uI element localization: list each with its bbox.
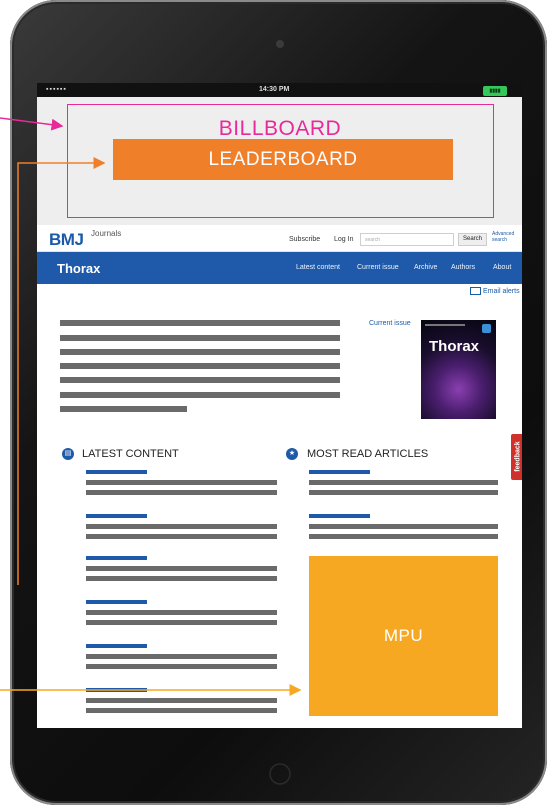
article-title-bar[interactable] bbox=[86, 514, 147, 518]
article-text-line bbox=[309, 490, 498, 495]
article-text-line bbox=[86, 576, 277, 581]
signal-icon: ▪▪▪▪▪▪ bbox=[46, 86, 67, 93]
bmj-logo[interactable]: BMJ bbox=[49, 230, 84, 250]
cover-topline bbox=[425, 324, 465, 326]
placeholder-text-line bbox=[60, 349, 340, 355]
article-text-line bbox=[309, 534, 498, 539]
placeholder-text-line bbox=[60, 335, 340, 341]
cover-title: Thorax bbox=[429, 338, 480, 355]
tablet-screen: ▪▪▪▪▪▪ 14:30 PM ▮▮▮▮ BILLBOARD LEADERBOA… bbox=[37, 83, 522, 728]
search-button[interactable]: Search bbox=[458, 233, 487, 246]
article-title-bar[interactable] bbox=[309, 470, 370, 474]
nav-authors[interactable]: Authors bbox=[451, 264, 475, 271]
mpu-ad-slot[interactable]: MPU bbox=[309, 556, 498, 716]
article-text-line bbox=[86, 654, 277, 659]
nav-current-issue[interactable]: Current issue bbox=[357, 264, 399, 271]
login-link[interactable]: Log In bbox=[334, 236, 353, 243]
billboard-label: BILLBOARD bbox=[218, 117, 342, 140]
article-title-bar[interactable] bbox=[86, 644, 147, 648]
feedback-tab[interactable]: feedback bbox=[511, 434, 522, 480]
advanced-search-link[interactable]: Advanced search bbox=[492, 231, 520, 243]
article-text-line bbox=[86, 708, 277, 713]
current-issue-link[interactable]: Current issue bbox=[369, 320, 411, 327]
article-text-line bbox=[86, 610, 277, 615]
article-text-line bbox=[86, 620, 277, 625]
article-title-bar[interactable] bbox=[86, 470, 147, 474]
nav-about[interactable]: About bbox=[493, 264, 511, 271]
battery-icon: ▮▮▮▮ bbox=[483, 86, 507, 96]
journal-cover-image[interactable]: Thorax bbox=[421, 320, 496, 419]
nav-latest-content[interactable]: Latest content bbox=[296, 264, 340, 271]
journal-navbar: Thorax Latest content Current issue Arch… bbox=[37, 252, 522, 284]
placeholder-text-line bbox=[60, 320, 340, 326]
article-title-bar[interactable] bbox=[86, 600, 147, 604]
cover-badge bbox=[482, 324, 491, 333]
ad-zone: BILLBOARD LEADERBOARD bbox=[37, 97, 522, 225]
article-text-line bbox=[86, 524, 277, 529]
home-button-icon bbox=[269, 763, 291, 785]
most-read-heading: MOST READ ARTICLES bbox=[307, 448, 429, 460]
journal-header: BMJ Journals Subscribe Log In search Sea… bbox=[37, 225, 522, 252]
nav-archive[interactable]: Archive bbox=[414, 264, 437, 271]
journal-title[interactable]: Thorax bbox=[57, 261, 100, 276]
envelope-icon bbox=[470, 287, 481, 295]
article-title-bar[interactable] bbox=[86, 556, 147, 560]
search-input[interactable]: search bbox=[360, 233, 454, 246]
article-text-line bbox=[86, 480, 277, 485]
camera-icon bbox=[276, 40, 284, 48]
latest-content-heading: LATEST CONTENT bbox=[82, 448, 179, 460]
status-time: 14:30 PM bbox=[259, 86, 290, 93]
email-alerts-link[interactable]: Email alerts bbox=[470, 287, 520, 295]
latest-content-icon: ▤ bbox=[62, 448, 74, 460]
article-text-line bbox=[309, 480, 498, 485]
subscribe-link[interactable]: Subscribe bbox=[289, 236, 320, 243]
feedback-label: feedback bbox=[514, 441, 522, 472]
placeholder-text-line bbox=[60, 377, 340, 383]
placeholder-text-line bbox=[60, 363, 340, 369]
article-text-line bbox=[86, 490, 277, 495]
article-title-bar[interactable] bbox=[86, 688, 147, 692]
article-text-line bbox=[86, 698, 277, 703]
journals-label: Journals bbox=[91, 229, 122, 238]
placeholder-text-line bbox=[60, 392, 340, 398]
article-text-line bbox=[86, 664, 277, 669]
article-text-line bbox=[86, 534, 277, 539]
article-text-line bbox=[86, 566, 277, 571]
email-alerts-label: Email alerts bbox=[483, 287, 520, 295]
most-read-icon: ★ bbox=[286, 448, 298, 460]
placeholder-text-line bbox=[60, 406, 187, 412]
leaderboard-ad-slot[interactable]: LEADERBOARD bbox=[113, 139, 453, 180]
article-title-bar[interactable] bbox=[309, 514, 370, 518]
article-text-line bbox=[309, 524, 498, 529]
status-bar: ▪▪▪▪▪▪ 14:30 PM ▮▮▮▮ bbox=[37, 83, 522, 97]
